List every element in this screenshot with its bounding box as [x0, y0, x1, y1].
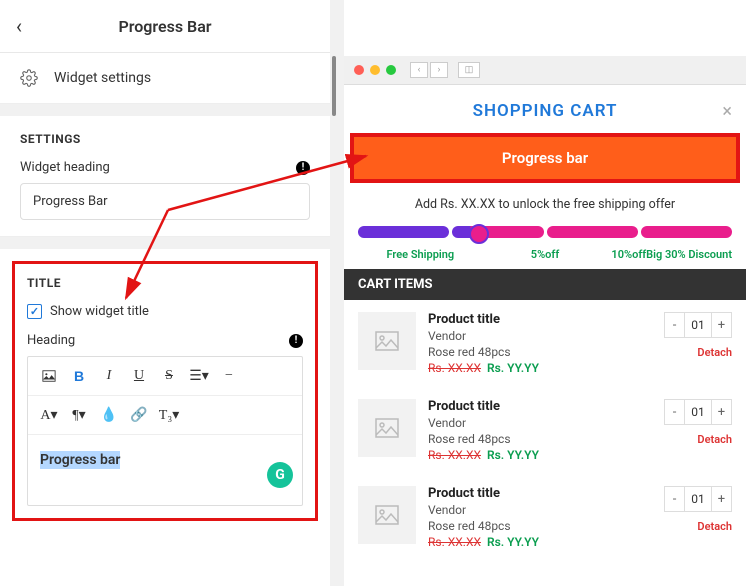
strike-button[interactable]: S: [154, 363, 184, 389]
show-title-checkbox[interactable]: ✓: [27, 304, 42, 319]
product-thumb: [358, 486, 416, 544]
paragraph-button[interactable]: ¶▾: [64, 402, 94, 428]
panel-divider[interactable]: [330, 0, 344, 586]
qty-plus[interactable]: +: [711, 487, 731, 511]
panel-header: ‹ Progress Bar: [0, 0, 330, 53]
browser-chrome: ‹ › ◫: [344, 56, 746, 85]
qty-minus[interactable]: -: [665, 400, 685, 424]
qty-minus[interactable]: -: [665, 313, 685, 337]
tier-label: 5%off: [483, 248, 608, 261]
info-icon[interactable]: !: [296, 161, 310, 175]
cart-item: Product title Vendor Rose red 48pcs Rs. XX.…: [344, 300, 746, 387]
qty-value: 01: [685, 313, 711, 337]
underline-button[interactable]: U: [124, 363, 154, 389]
image-icon[interactable]: [34, 363, 64, 389]
qty-value: 01: [685, 400, 711, 424]
heading-label: Heading: [27, 333, 75, 348]
editor-toolbar: B I U S ☰▾ − A▾ ¶▾ 💧 🔗 T₃▾: [28, 357, 302, 435]
progress-seg: [641, 226, 732, 238]
align-button[interactable]: ☰▾: [184, 363, 214, 389]
old-price: Rs. XX.XX: [428, 448, 481, 462]
new-price: Rs. YY.YY: [487, 361, 539, 375]
product-title: Product title: [428, 399, 652, 414]
editor-text: Progress bar: [40, 451, 120, 469]
left-panel: ‹ Progress Bar Widget settings SETTINGS …: [0, 0, 330, 586]
qty-stepper: -01+: [664, 312, 732, 338]
divider-strip: [0, 104, 330, 116]
widget-settings-label: Widget settings: [54, 70, 151, 86]
title-section: TITLE ✓ Show widget title Heading ! B I …: [12, 261, 318, 521]
clear-format-button[interactable]: T₃▾: [154, 402, 184, 428]
bold-button[interactable]: B: [64, 363, 94, 389]
widget-heading-input[interactable]: [20, 183, 310, 220]
grammarly-icon[interactable]: G: [267, 462, 293, 488]
cart-item: Product title Vendor Rose red 48pcs Rs. XX.…: [344, 387, 746, 474]
italic-button[interactable]: I: [94, 363, 124, 389]
window-max-icon: [386, 65, 396, 75]
qty-value: 01: [685, 487, 711, 511]
product-variant: Rose red 48pcs: [428, 519, 652, 533]
product-vendor: Vendor: [428, 416, 652, 430]
panel-title: Progress Bar: [118, 17, 211, 36]
window-close-icon: [354, 65, 364, 75]
progress-seg: [452, 226, 543, 238]
font-button[interactable]: A▾: [34, 402, 64, 428]
tier-label: Free Shipping: [358, 248, 483, 261]
title-heading: TITLE: [27, 276, 303, 290]
cart-item: Product title Vendor Rose red 48pcs Rs. XX.…: [344, 474, 746, 561]
editor-content[interactable]: Progress bar: [28, 435, 302, 505]
tier-labels: Free Shipping 5%off 10%offBig 30% Discou…: [344, 248, 746, 261]
info-icon[interactable]: !: [289, 334, 303, 348]
cart-items-header: CART ITEMS: [344, 269, 746, 300]
product-title: Product title: [428, 486, 652, 501]
old-price: Rs. XX.XX: [428, 361, 481, 375]
cart-list: Product title Vendor Rose red 48pcs Rs. XX.…: [344, 300, 746, 561]
close-icon[interactable]: ×: [722, 101, 732, 122]
product-vendor: Vendor: [428, 329, 652, 343]
product-variant: Rose red 48pcs: [428, 432, 652, 446]
unlock-message: Add Rs. XX.XX to unlock the free shippin…: [344, 183, 746, 226]
qty-stepper: -01+: [664, 399, 732, 425]
preview-panel: ‹ › ◫ SHOPPING CART × Progress bar Add R…: [344, 0, 746, 586]
cart-title: SHOPPING CART: [473, 101, 618, 121]
new-price: Rs. YY.YY: [487, 448, 539, 462]
product-variant: Rose red 48pcs: [428, 345, 652, 359]
show-title-label: Show widget title: [50, 304, 149, 319]
rich-editor: B I U S ☰▾ − A▾ ¶▾ 💧 🔗 T₃▾: [27, 356, 303, 506]
color-button[interactable]: 💧: [94, 402, 124, 428]
new-price: Rs. YY.YY: [487, 535, 539, 549]
qty-plus[interactable]: +: [711, 313, 731, 337]
minus-button[interactable]: −: [214, 363, 244, 389]
detach-link[interactable]: Detach: [664, 433, 732, 446]
divider-strip: [0, 237, 330, 249]
progress-banner: Progress bar: [350, 133, 740, 183]
sidebar-icon[interactable]: ◫: [458, 62, 480, 78]
product-thumb: [358, 312, 416, 370]
nav-back-icon[interactable]: ‹: [410, 62, 428, 78]
nav-fwd-icon[interactable]: ›: [430, 62, 448, 78]
settings-heading: SETTINGS: [20, 132, 310, 146]
qty-plus[interactable]: +: [711, 400, 731, 424]
tier-label: 10%offBig 30% Discount: [607, 248, 732, 261]
widget-settings-row[interactable]: Widget settings: [0, 53, 330, 104]
widget-heading-label: Widget heading: [20, 160, 110, 175]
gear-icon: [20, 69, 38, 87]
back-button[interactable]: ‹: [16, 14, 22, 38]
product-title: Product title: [428, 312, 652, 327]
window-min-icon: [370, 65, 380, 75]
progress-track: [344, 226, 746, 238]
detach-link[interactable]: Detach: [664, 346, 732, 359]
old-price: Rs. XX.XX: [428, 535, 481, 549]
settings-section: SETTINGS Widget heading !: [0, 116, 330, 237]
qty-stepper: -01+: [664, 486, 732, 512]
product-vendor: Vendor: [428, 503, 652, 517]
progress-seg: [547, 226, 638, 238]
cart-header: SHOPPING CART ×: [344, 85, 746, 133]
qty-minus[interactable]: -: [665, 487, 685, 511]
detach-link[interactable]: Detach: [664, 520, 732, 533]
product-thumb: [358, 399, 416, 457]
link-button[interactable]: 🔗: [124, 402, 154, 428]
progress-seg: [358, 226, 449, 238]
